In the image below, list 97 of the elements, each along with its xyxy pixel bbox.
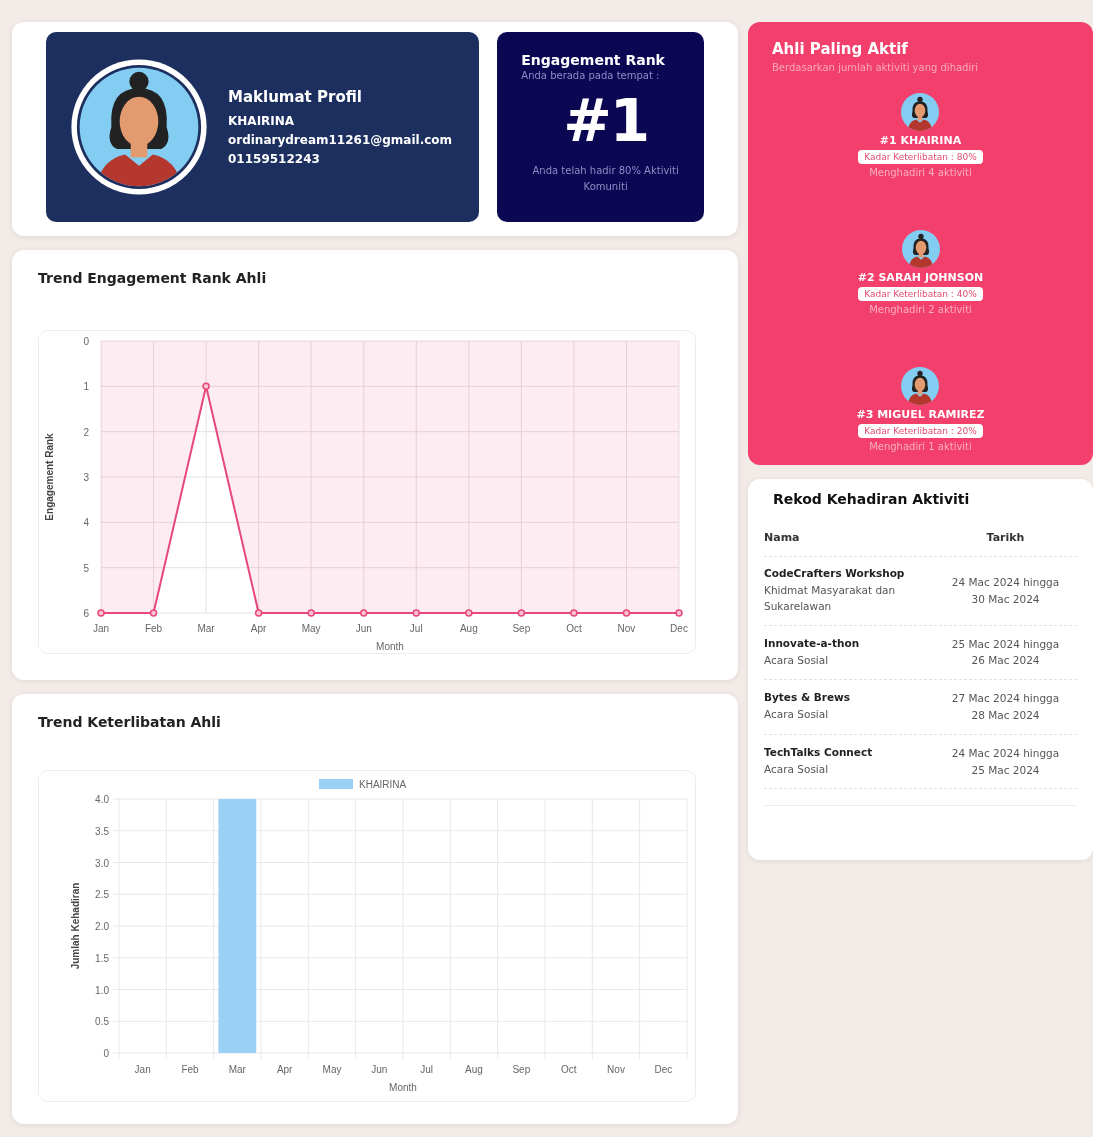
y-axis-title: Jumlah Kehadiran [70, 882, 81, 970]
data-point [97, 609, 105, 617]
x-tick-label: Jul [420, 1064, 434, 1075]
x-tick-label: Sep [512, 1064, 531, 1075]
x-tick-label: Jun [371, 1064, 388, 1075]
y-tick-label: 0 [83, 336, 89, 347]
rank-number: #1 [562, 87, 650, 155]
rank-title: Engagement Rank [521, 52, 666, 68]
x-tick-label: May [322, 1064, 342, 1075]
chart-title: Trend Engagement Rank Ahli [38, 270, 268, 286]
card-subtitle: Berdasarkan jumlah aktiviti yang dihadiri [772, 62, 980, 73]
x-tick-label: May [301, 623, 321, 634]
engagement-rate-badge: Kadar Keterlibatan : 40% [858, 287, 983, 301]
activity-category: Acara Sosial [764, 761, 830, 777]
member-name: #2 SARAH JOHNSON [857, 271, 984, 284]
x-tick-label: Aug [465, 1064, 483, 1075]
x-axis-title: Month [376, 641, 404, 652]
data-point [360, 609, 368, 617]
chart-title: Trend Keterlibatan Ahli [38, 714, 222, 730]
y-tick-label: 5 [83, 562, 89, 574]
x-tick-label: Apr [250, 623, 267, 634]
y-tick-label: 1 [83, 381, 89, 393]
y-tick-label: 1.5 [95, 952, 109, 964]
member-name: #1 KHAIRINA [879, 134, 962, 147]
x-tick-label: Mar [197, 623, 215, 634]
avatar-illustration [901, 93, 940, 131]
column-header: Nama [764, 531, 801, 544]
activity-category: Acara Sosial [764, 707, 830, 723]
data-point [254, 609, 263, 617]
data-point [412, 609, 420, 617]
column-header: Tarikh [985, 531, 1026, 544]
activity-category: Acara Sosial [764, 652, 830, 668]
y-tick-label: 1.0 [95, 984, 109, 996]
x-tick-label: Dec [670, 623, 688, 634]
y-tick-label: 3.0 [95, 857, 109, 869]
rank-note: Anda telah hadir 80% Aktiviti Komuniti [531, 164, 680, 194]
y-tick-label: 3.5 [95, 825, 109, 837]
profile-name: KHAIRINA [228, 114, 296, 128]
y-tick-label: 0.5 [95, 1016, 109, 1028]
x-tick-label: Jan [92, 623, 110, 634]
y-tick-label: 6 [83, 608, 89, 619]
avatar-illustration [901, 367, 940, 405]
card-title: Ahli Paling Aktif [772, 40, 909, 58]
data-point [570, 609, 578, 617]
data-point [465, 609, 473, 617]
avatar-illustration [901, 230, 940, 268]
activity-date: 24 Mac 2024 hingga 25 Mac 2024 [950, 745, 1061, 778]
y-tick-label: 2.5 [95, 889, 109, 901]
activity-date: 25 Mac 2024 hingga 26 Mac 2024 [950, 636, 1061, 669]
data-point [517, 609, 526, 617]
y-tick-label: 4 [83, 517, 89, 529]
x-tick-label: Jan [134, 1064, 151, 1075]
data-point [149, 609, 158, 617]
x-tick-label: Oct [560, 1064, 577, 1075]
activity-date: 27 Mac 2024 hingga 28 Mac 2024 [950, 691, 1061, 723]
x-tick-label: Apr [276, 1064, 293, 1075]
activity-category: Khidmat Masyarakat dan Sukarelawan [764, 583, 897, 615]
data-point [675, 609, 683, 617]
activity-name: TechTalks Connect [764, 745, 874, 758]
attendance-count: Menghadiri 4 aktiviti [869, 167, 972, 178]
x-tick-label: Nov [607, 1064, 625, 1075]
x-tick-label: Feb [181, 1064, 199, 1075]
x-tick-label: Dec [654, 1064, 673, 1075]
attendance-count: Menghadiri 1 aktiviti [869, 441, 972, 452]
data-point [307, 609, 315, 617]
rank-subtitle: Anda berada pada tempat : [521, 70, 661, 81]
legend-label: KHAIRINA [359, 779, 407, 790]
y-tick-label: 0 [103, 1048, 109, 1059]
x-tick-label: Sep [512, 623, 531, 634]
x-tick-label: Mar [228, 1064, 246, 1075]
profile-email: ordinarydream11261@gmail.com [228, 133, 453, 147]
y-tick-label: 3 [83, 472, 89, 483]
profile-phone: 01159512243 [228, 152, 321, 166]
data-point [202, 382, 210, 391]
x-tick-label: Jul [409, 623, 423, 634]
x-tick-label: Feb [144, 623, 163, 634]
engagement-rate-badge: Kadar Keterlibatan : 80% [858, 150, 983, 164]
activity-name: Innovate-a-thon [764, 636, 861, 649]
y-axis-title: Engagement Rank [44, 433, 55, 521]
engagement-rate-badge: Kadar Keterlibatan : 20% [858, 424, 983, 438]
data-point [622, 609, 631, 617]
x-tick-label: Oct [566, 623, 582, 634]
y-tick-label: 2.0 [95, 921, 109, 932]
x-tick-label: Aug [459, 623, 478, 634]
y-tick-label: 4.0 [95, 794, 109, 805]
activity-name: CodeCrafters Workshop [764, 567, 906, 579]
activity-name: Bytes & Brews [764, 691, 851, 704]
card-title: Rekod Kehadiran Aktiviti [773, 491, 971, 507]
x-tick-label: Jun [355, 623, 372, 634]
profile-title: Maklumat Profil [228, 88, 363, 106]
x-tick-label: Nov [617, 623, 636, 634]
member-name: #3 MIGUEL RAMIREZ [856, 408, 985, 421]
y-tick-label: 2 [83, 426, 89, 438]
x-axis-title: Month [389, 1082, 417, 1093]
legend-swatch [319, 779, 353, 789]
attendance-count: Menghadiri 2 aktiviti [869, 304, 972, 315]
activity-date: 24 Mac 2024 hingga 30 Mac 2024 [950, 574, 1061, 607]
